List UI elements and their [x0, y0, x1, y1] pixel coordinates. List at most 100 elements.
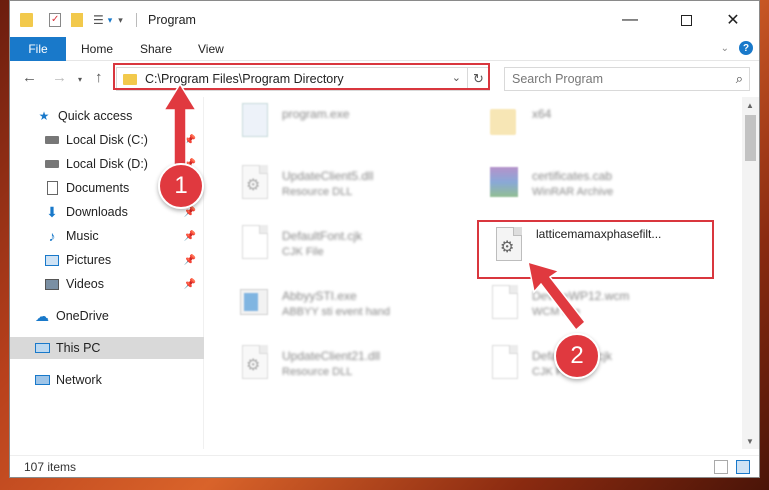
drive-icon: [44, 156, 60, 172]
file-type: CJK File: [282, 246, 324, 258]
file-name: program.exe: [282, 107, 350, 121]
sidebar-item-pictures[interactable]: Pictures 📌: [10, 249, 204, 271]
sidebar-item-label: Quick access: [58, 109, 133, 123]
pictures-icon: [44, 252, 60, 268]
file-type: Resource DLL: [282, 366, 353, 378]
vertical-scrollbar[interactable]: ▲ ▼: [742, 97, 759, 449]
item-count: 107 items: [24, 460, 77, 474]
pin-icon[interactable]: 📌: [184, 255, 196, 266]
sidebar-item-quick-access[interactable]: ★ Quick access: [10, 105, 204, 127]
chevron-down-icon[interactable]: ▾: [108, 15, 113, 26]
sidebar-item-label: Documents: [66, 181, 130, 195]
file-item[interactable]: DeviceWP12.wcm WCM File: [486, 283, 726, 331]
tab-file[interactable]: File: [10, 37, 66, 61]
documents-icon: [44, 180, 60, 196]
properties-icon[interactable]: ✓: [49, 13, 61, 27]
file-highlight: [477, 220, 714, 279]
sidebar-item-this-pc[interactable]: This PC: [10, 337, 204, 359]
dll-icon: ⚙: [236, 343, 270, 383]
file-item[interactable]: x64: [486, 101, 726, 149]
exe-icon: [236, 101, 270, 141]
download-icon: ⬇: [46, 203, 58, 220]
minimize-button[interactable]: —: [607, 7, 653, 33]
tab-view[interactable]: View: [198, 42, 224, 56]
file-item[interactable]: certificates.cab WinRAR Archive: [486, 163, 726, 211]
close-button[interactable]: ✕: [710, 7, 756, 33]
search-icon: ⌕: [735, 71, 743, 86]
file-icon: [486, 283, 520, 323]
expand-ribbon-icon[interactable]: ⌄: [721, 43, 729, 54]
dll-icon: ⚙: [236, 163, 270, 203]
file-type: WCM File: [532, 306, 581, 318]
up-arrow-icon[interactable]: ↑: [95, 69, 103, 86]
help-icon[interactable]: ?: [739, 41, 753, 55]
exe-icon: [236, 283, 270, 323]
search-input[interactable]: Search Program ⌕: [504, 67, 750, 91]
scroll-thumb[interactable]: [745, 115, 756, 161]
folder-icon[interactable]: [20, 13, 33, 27]
sidebar-item-label: Music: [66, 229, 99, 243]
large-icons-view-icon[interactable]: [736, 460, 750, 474]
file-name: DeviceWP12.wcm: [532, 289, 630, 303]
step-1-badge: 1: [158, 163, 204, 209]
address-highlight: [113, 63, 490, 90]
customize-icon[interactable]: ☰: [93, 13, 104, 27]
sidebar-item-label: Local Disk (C:): [66, 133, 148, 147]
status-bar: 107 items: [10, 455, 759, 477]
forward-arrow-icon[interactable]: →: [52, 69, 67, 86]
tab-share[interactable]: Share: [140, 42, 172, 56]
file-icon: [236, 223, 270, 263]
search-placeholder: Search Program: [512, 72, 604, 86]
ribbon-controls: ⌄ ?: [721, 41, 753, 55]
minimize-icon: —: [622, 11, 638, 28]
sidebar-item-local-disk-c[interactable]: Local Disk (C:) 📌: [10, 129, 204, 151]
file-item[interactable]: ⚙ UpdateClient21.dll Resource DLL: [236, 343, 476, 391]
file-type: ABBYY sti event hand: [282, 306, 391, 318]
step-2-badge: 2: [554, 333, 600, 379]
file-type: Resource DLL: [282, 186, 353, 198]
file-item[interactable]: DefaultFont.cjkCJK File: [486, 343, 726, 391]
sidebar-item-label: Local Disk (D:): [66, 157, 148, 171]
dropdown-icon[interactable]: ▾: [118, 15, 123, 26]
file-icon: [486, 343, 520, 383]
sidebar-item-label: OneDrive: [56, 309, 109, 323]
network-icon: [34, 372, 50, 388]
file-item[interactable]: AbbyySTI.exe ABBYY sti event hand: [236, 283, 476, 331]
sidebar-item-music[interactable]: ♪ Music 📌: [10, 225, 204, 247]
sidebar-item-label: Network: [56, 373, 102, 387]
details-view-icon[interactable]: [714, 460, 728, 474]
new-folder-icon[interactable]: [71, 13, 83, 27]
file-item[interactable]: DefaultFont.cjk CJK File: [236, 223, 476, 271]
sidebar-item-videos[interactable]: Videos 📌: [10, 273, 204, 295]
scroll-up-icon[interactable]: ▲: [746, 101, 754, 110]
file-type: WinRAR Archive: [532, 186, 614, 198]
sidebar-item-label: Videos: [66, 277, 104, 291]
star-icon: ★: [38, 109, 50, 123]
sidebar-item-label: Downloads: [66, 205, 128, 219]
file-item[interactable]: program.exe: [236, 101, 476, 149]
file-item[interactable]: ⚙ UpdateClient5.dll Resource DLL: [236, 163, 476, 211]
recent-locations-icon[interactable]: ▾: [78, 75, 82, 84]
file-name: UpdateClient21.dll: [282, 349, 381, 363]
file-name: UpdateClient5.dll: [282, 169, 374, 183]
sidebar-item-network[interactable]: Network: [10, 369, 204, 391]
sidebar-item-label: Pictures: [66, 253, 112, 267]
videos-icon: [44, 276, 60, 292]
pin-icon[interactable]: 📌: [184, 279, 196, 290]
tab-home[interactable]: Home: [81, 42, 113, 56]
file-name: x64: [532, 107, 552, 121]
pin-icon[interactable]: 📌: [184, 135, 196, 146]
window-title: Program: [148, 13, 196, 27]
back-arrow-icon[interactable]: ←: [22, 69, 37, 86]
title-bar: ✓ ☰ ▾ ▾ Program — ✕: [10, 1, 759, 37]
music-icon: ♪: [48, 228, 56, 244]
maximize-icon: [680, 14, 692, 26]
maximize-button[interactable]: [663, 7, 709, 33]
title-separator: [136, 13, 137, 27]
scroll-down-icon[interactable]: ▼: [746, 437, 754, 446]
pin-icon[interactable]: 📌: [184, 231, 196, 242]
file-name: DefaultFont.cjk: [282, 229, 363, 243]
sidebar-item-onedrive[interactable]: ☁ OneDrive: [10, 305, 204, 327]
archive-icon: [486, 163, 520, 203]
drive-icon: [44, 132, 60, 148]
